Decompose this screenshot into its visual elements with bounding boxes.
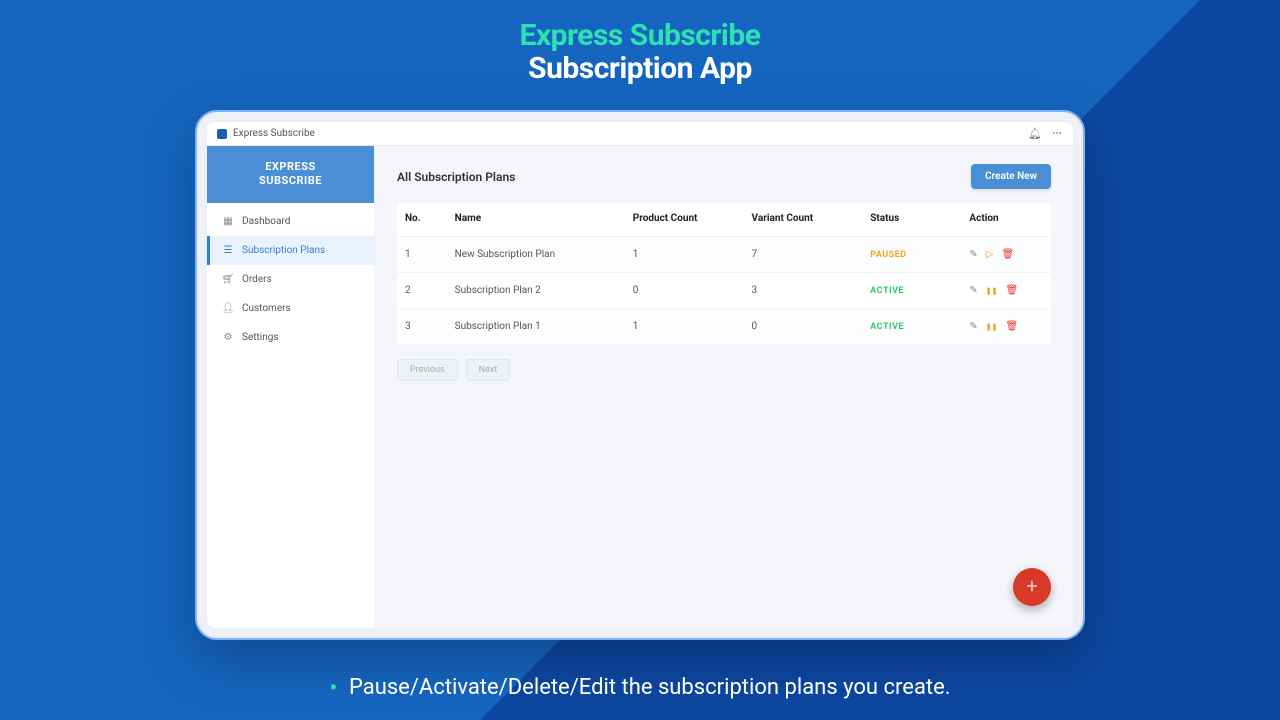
sidebar-item-label: Customers xyxy=(242,303,291,314)
sidebar-brand: EXPRESS SUBSCRIBE xyxy=(207,146,374,203)
cell-actions: ✎ ▷ 🗑︎ xyxy=(961,237,1051,273)
column-header-status: Status xyxy=(862,203,961,237)
sidebar-item-label: Orders xyxy=(242,274,272,285)
delete-icon[interactable]: 🗑︎ xyxy=(1006,285,1019,296)
previous-button[interactable]: Previous xyxy=(397,359,458,381)
bullet-icon: • xyxy=(329,674,337,702)
cell-name: Subscription Plan 1 xyxy=(447,309,625,345)
app-logo-icon xyxy=(217,129,227,139)
window-topbar: Express Subscribe 🔔︎ ⋯ xyxy=(207,122,1073,146)
delete-icon[interactable]: 🗑︎ xyxy=(1002,249,1015,260)
brand-line-2: SUBSCRIBE xyxy=(215,174,366,188)
edit-icon[interactable]: ✎ xyxy=(969,321,977,332)
status-badge: PAUSED xyxy=(870,250,906,260)
pause-icon[interactable]: ❚❚ xyxy=(986,323,998,331)
edit-icon[interactable]: ✎ xyxy=(969,285,977,296)
plans-table: No. Name Product Count Variant Count Sta… xyxy=(397,203,1051,345)
promo-caption: • Pause/Activate/Delete/Edit the subscri… xyxy=(0,674,1280,702)
promo-subtitle: Subscription App xyxy=(0,51,1280,86)
cell-product-count: 0 xyxy=(625,273,744,309)
column-header-name: Name xyxy=(447,203,625,237)
fab-add-button[interactable]: + xyxy=(1013,568,1051,606)
caption-text: Pause/Activate/Delete/Edit the subscript… xyxy=(349,675,951,700)
more-menu-icon[interactable]: ⋯ xyxy=(1052,128,1063,139)
table-row: 3Subscription Plan 110 ACTIVE ✎ ❚❚ 🗑︎ xyxy=(397,309,1051,345)
play-icon[interactable]: ▷ xyxy=(986,249,994,260)
notifications-icon[interactable]: 🔔︎ xyxy=(1028,127,1042,140)
sidebar-item-orders[interactable]: 🛒︎ Orders xyxy=(207,265,374,294)
promo-title: Express Subscribe xyxy=(0,18,1280,53)
sidebar-item-customers[interactable]: 👤︎ Customers xyxy=(207,294,374,323)
cell-status: PAUSED xyxy=(862,237,961,273)
device-frame: Express Subscribe 🔔︎ ⋯ EXPRESS SUBSCRIBE… xyxy=(195,110,1085,640)
pagination: Previous Next xyxy=(397,359,1051,381)
settings-icon: ⚙︎ xyxy=(222,332,234,343)
sidebar-item-label: Subscription Plans xyxy=(242,245,325,256)
promo-header: Express Subscribe Subscription App xyxy=(0,0,1280,86)
sidebar-item-label: Dashboard xyxy=(242,216,290,227)
brand-line-1: EXPRESS xyxy=(215,160,366,174)
pause-icon[interactable]: ❚❚ xyxy=(986,287,998,295)
cell-status: ACTIVE xyxy=(862,273,961,309)
sidebar-item-dashboard[interactable]: ▦ Dashboard xyxy=(207,207,374,236)
orders-icon: 🛒︎ xyxy=(222,274,234,285)
table-row: 2Subscription Plan 203 ACTIVE ✎ ❚❚ 🗑︎ xyxy=(397,273,1051,309)
dashboard-icon: ▦ xyxy=(222,216,234,227)
cell-variant-count: 3 xyxy=(744,273,863,309)
window-title: Express Subscribe xyxy=(233,128,315,139)
column-header-variant-count: Variant Count xyxy=(744,203,863,237)
cell-actions: ✎ ❚❚ 🗑︎ xyxy=(961,273,1051,309)
app-screen: Express Subscribe 🔔︎ ⋯ EXPRESS SUBSCRIBE… xyxy=(207,122,1073,628)
cell-product-count: 1 xyxy=(625,237,744,273)
delete-icon[interactable]: 🗑︎ xyxy=(1006,321,1019,332)
sidebar-item-subscription-plans[interactable]: ☰ Subscription Plans xyxy=(207,236,374,265)
cell-no: 3 xyxy=(397,309,447,345)
subscription-icon: ☰ xyxy=(222,245,234,256)
sidebar: EXPRESS SUBSCRIBE ▦ Dashboard ☰ Subscrip… xyxy=(207,146,375,628)
cell-no: 2 xyxy=(397,273,447,309)
cell-variant-count: 0 xyxy=(744,309,863,345)
sidebar-item-settings[interactable]: ⚙︎ Settings xyxy=(207,323,374,352)
cell-name: New Subscription Plan xyxy=(447,237,625,273)
customers-icon: 👤︎ xyxy=(222,303,234,314)
cell-name: Subscription Plan 2 xyxy=(447,273,625,309)
next-button[interactable]: Next xyxy=(466,359,511,381)
cell-actions: ✎ ❚❚ 🗑︎ xyxy=(961,309,1051,345)
column-header-action: Action xyxy=(961,203,1051,237)
main-content: All Subscription Plans Create New No. Na… xyxy=(375,146,1073,628)
sidebar-nav: ▦ Dashboard ☰ Subscription Plans 🛒︎ Orde… xyxy=(207,203,374,352)
status-badge: ACTIVE xyxy=(870,286,904,296)
cell-variant-count: 7 xyxy=(744,237,863,273)
sidebar-item-label: Settings xyxy=(242,332,279,343)
cell-status: ACTIVE xyxy=(862,309,961,345)
cell-no: 1 xyxy=(397,237,447,273)
page-title: All Subscription Plans xyxy=(397,170,515,184)
column-header-no: No. xyxy=(397,203,447,237)
edit-icon[interactable]: ✎ xyxy=(969,249,977,260)
column-header-product-count: Product Count xyxy=(625,203,744,237)
cell-product-count: 1 xyxy=(625,309,744,345)
create-new-button[interactable]: Create New xyxy=(971,164,1051,189)
table-row: 1New Subscription Plan17PAUSED✎▷🗑︎ xyxy=(397,237,1051,273)
status-badge: ACTIVE xyxy=(870,322,904,332)
